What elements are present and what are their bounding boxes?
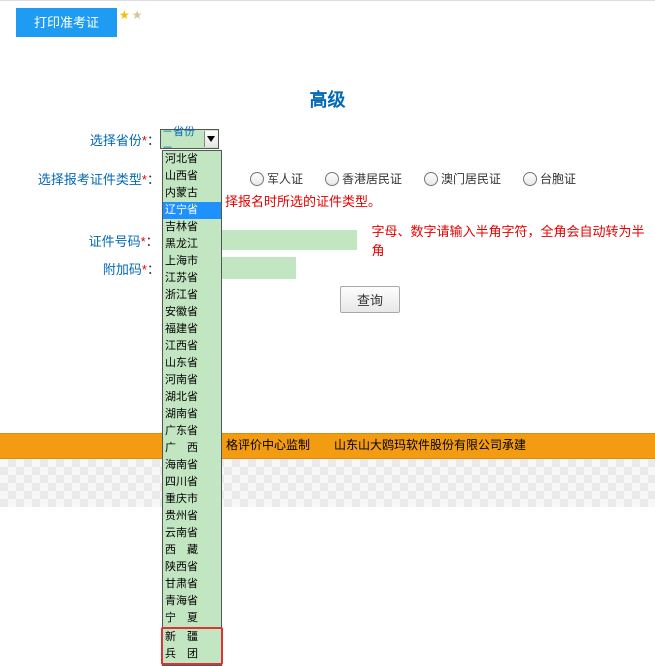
province-option[interactable]: 浙江省	[163, 287, 221, 304]
id-type-radio[interactable]: 香港居民证	[325, 170, 402, 187]
province-option[interactable]: 山西省	[163, 168, 221, 185]
footer-text: 格评价中心监制山东山大鸥玛软件股份有限公司承建	[226, 436, 526, 453]
radio-label: 军人证	[267, 170, 303, 187]
province-option[interactable]: 广东省	[163, 423, 221, 440]
star-icon: ★	[119, 8, 130, 22]
radio-label: 台胞证	[540, 170, 576, 187]
province-option[interactable]: 西 藏	[163, 542, 221, 559]
province-option[interactable]: 内蒙古	[163, 185, 221, 202]
province-option[interactable]: 青海省	[163, 593, 221, 610]
captcha-input[interactable]	[222, 257, 296, 279]
province-option[interactable]: 湖北省	[163, 389, 221, 406]
footer-checker	[0, 459, 655, 507]
highlight-frame: 新 疆兵 团	[161, 627, 223, 665]
province-option[interactable]: 云南省	[163, 525, 221, 542]
radio-icon	[325, 172, 339, 186]
province-select[interactable]: －省份－	[160, 129, 219, 149]
province-option[interactable]: 贵州省	[163, 508, 221, 525]
province-option[interactable]: 海南省	[163, 457, 221, 474]
province-option[interactable]: 宁 夏	[163, 610, 221, 627]
province-option[interactable]: 新 疆	[163, 629, 221, 646]
province-option[interactable]: 山东省	[163, 355, 221, 372]
province-option[interactable]: 江苏省	[163, 270, 221, 287]
tip-id-number: 字母、数字请输入半角字符，全角会自动转为半角	[371, 221, 655, 259]
province-option[interactable]: 广 西	[163, 440, 221, 457]
province-option[interactable]: 重庆市	[163, 491, 221, 508]
id-number-input[interactable]	[221, 230, 358, 250]
province-option[interactable]: 福建省	[163, 321, 221, 338]
label-id-type: 选择报考证件类型*：	[0, 169, 160, 188]
province-option[interactable]: 河北省	[163, 151, 221, 168]
province-option[interactable]: 湖南省	[163, 406, 221, 423]
radio-icon	[424, 172, 438, 186]
radio-icon	[250, 172, 264, 186]
province-dropdown[interactable]: 河北省山西省内蒙古辽宁省吉林省黑龙江上海市江苏省浙江省安徽省福建省江西省山东省河…	[162, 150, 222, 666]
province-option[interactable]: 四川省	[163, 474, 221, 491]
province-option[interactable]: 黑龙江	[163, 236, 221, 253]
print-ticket-button[interactable]: 打印准考证	[16, 8, 117, 37]
query-button[interactable]: 查询	[340, 286, 400, 313]
province-option[interactable]: 吉林省	[163, 219, 221, 236]
label-id-number: 证件号码*：	[0, 231, 159, 250]
radio-label: 香港居民证	[342, 170, 402, 187]
page-title: 高级	[0, 86, 655, 112]
province-option[interactable]: 上海市	[163, 253, 221, 270]
province-option[interactable]: 河南省	[163, 372, 221, 389]
star-outline-icon: ★	[132, 8, 143, 22]
province-option[interactable]: 辽宁省	[163, 202, 221, 219]
label-province: 选择省份*：	[0, 130, 160, 149]
label-captcha: 附加码*：	[0, 259, 160, 278]
province-option[interactable]: 兵 团	[163, 646, 221, 663]
id-type-radio[interactable]: 澳门居民证	[424, 170, 501, 187]
id-type-radio[interactable]: 军人证	[250, 170, 303, 187]
id-type-radio[interactable]: 台胞证	[523, 170, 576, 187]
province-option[interactable]: 江西省	[163, 338, 221, 355]
province-option[interactable]: 安徽省	[163, 304, 221, 321]
province-option[interactable]: 陕西省	[163, 559, 221, 576]
chevron-down-icon	[204, 131, 218, 147]
radio-label: 澳门居民证	[441, 170, 501, 187]
radio-icon	[523, 172, 537, 186]
province-option[interactable]: 甘肃省	[163, 576, 221, 593]
tip-id-type: 择报名时所选的证件类型。	[225, 191, 381, 210]
